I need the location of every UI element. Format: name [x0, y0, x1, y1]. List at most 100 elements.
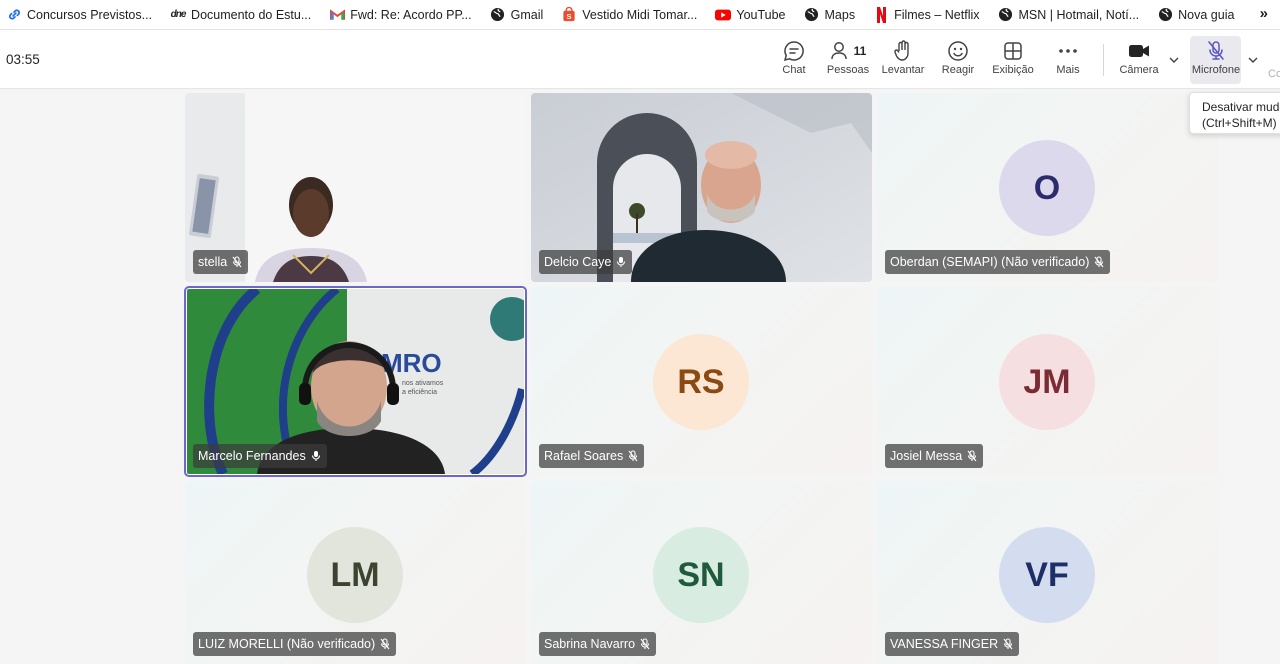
participant-name: Delcio Caye [544, 255, 612, 269]
participant-tile-sabrina-navarro[interactable]: SN Sabrina Navarro [531, 481, 872, 664]
truncated-toolbar-label[interactable]: Co [1268, 68, 1280, 80]
participant-tile-rafael-soares[interactable]: RS Rafael Soares [531, 287, 872, 476]
microphone-icon [311, 451, 320, 461]
hand-icon [893, 38, 913, 64]
bookmark-label: Vestido Midi Tomar... [582, 7, 698, 22]
microphone-muted-icon [380, 638, 390, 650]
people-button[interactable]: 11 Pessoas [820, 38, 876, 84]
bookmark-nova-guia[interactable]: Nova guia [1157, 7, 1234, 23]
participant-tile-josiel-messa[interactable]: JM Josiel Messa [877, 287, 1218, 476]
shop-icon: S [561, 7, 577, 23]
video-gallery: stella Delcio Caye O Oberdan (SEMAPI) (N… [0, 90, 1280, 664]
raise-hand-button[interactable]: Levantar [875, 38, 931, 84]
participant-name-tag: Delcio Caye [539, 250, 633, 274]
people-icon [830, 42, 847, 60]
globe-icon [1157, 7, 1173, 23]
microphone-label: Microfone [1191, 64, 1241, 76]
chat-button[interactable]: Chat [766, 38, 822, 84]
more-label: Mais [1056, 64, 1080, 76]
meeting-timer: 03:55 [6, 52, 40, 67]
microphone-muted-icon [640, 638, 650, 650]
meeting-toolbar: 03:55 Chat 11 Pessoas Levantar Reagir Ex… [0, 30, 1280, 89]
participant-tile-vanessa-finger[interactable]: VF VANESSA FINGER [877, 481, 1218, 664]
globe-icon [490, 7, 506, 23]
bookmark-youtube[interactable]: YouTube [715, 7, 786, 23]
chat-icon [783, 38, 805, 64]
participant-tile-marcelo-fernandes[interactable]: MRO nos ativamos a eficiência Marcelo Fe… [184, 286, 527, 477]
react-button[interactable]: Reagir [930, 38, 986, 84]
bookmark-fwd[interactable]: Fwd: Re: Acordo PP... [329, 7, 472, 23]
participant-name-tag: Rafael Soares [539, 444, 645, 468]
participant-name: Sabrina Navarro [544, 637, 636, 651]
participant-name-tag: Josiel Messa [885, 444, 984, 468]
microphone-options-chevron-icon[interactable] [1247, 54, 1259, 66]
microphone-muted-icon [1206, 38, 1226, 64]
bookmark-gmail[interactable]: Gmail [490, 7, 544, 23]
participant-name: stella [198, 255, 228, 269]
participant-name: VANESSA FINGER [890, 637, 999, 651]
microphone-muted-icon [628, 450, 638, 462]
participant-name-tag: LUIZ MORELLI (Não verificado) [193, 632, 397, 656]
dne-icon: dne [170, 9, 187, 20]
bookmark-netflix[interactable]: Filmes – Netflix [873, 6, 980, 23]
grid-view-icon [1003, 38, 1023, 64]
toolbar-divider [1103, 44, 1104, 76]
more-dots-icon [1058, 38, 1078, 64]
youtube-icon [715, 7, 732, 23]
bookmark-maps[interactable]: Maps [804, 7, 856, 23]
participant-name: Rafael Soares [544, 449, 624, 463]
view-label: Exibição [992, 64, 1034, 76]
bookmark-label: Filmes – Netflix [894, 7, 980, 22]
participant-name-tag: Sabrina Navarro [539, 632, 657, 656]
microphone-icon [617, 257, 626, 267]
microphone-tooltip: Desativar mudo (Ctrl+Shift+M) [1189, 92, 1280, 134]
microphone-muted-icon [1003, 638, 1013, 650]
participant-tile-luiz-morelli[interactable]: LM LUIZ MORELLI (Não verificado) [185, 481, 526, 664]
participant-name-tag: Marcelo Fernandes [193, 444, 327, 468]
bookmark-concursos[interactable]: Concursos Previstos... [6, 7, 152, 23]
video-camera-icon [1128, 38, 1150, 64]
participant-name: Marcelo Fernandes [198, 449, 306, 463]
netflix-icon [873, 6, 889, 23]
participant-name-tag: Oberdan (SEMAPI) (Não verificado) [885, 250, 1111, 274]
participant-tile-oberdan[interactable]: O Oberdan (SEMAPI) (Não verificado) [877, 93, 1218, 282]
camera-button[interactable]: Câmera [1111, 38, 1167, 84]
bookmark-label: Gmail [510, 7, 544, 22]
microphone-button[interactable]: Microfone [1188, 38, 1244, 84]
participant-tile-stella[interactable]: stella [185, 93, 526, 282]
bookmarks-overflow-button[interactable]: » [1260, 5, 1268, 22]
bookmark-label: MSN | Hotmail, Notí... [1018, 7, 1140, 22]
participant-avatar: JM [999, 334, 1095, 430]
participant-avatar: O [999, 140, 1095, 236]
view-button[interactable]: Exibição [985, 38, 1041, 84]
globe-icon [804, 7, 820, 23]
tooltip-text: Desativar mudo [1202, 100, 1280, 114]
microphone-muted-icon [1094, 256, 1104, 268]
globe-icon [998, 7, 1014, 23]
bookmark-msn[interactable]: MSN | Hotmail, Notí... [998, 7, 1140, 23]
bookmark-vestido[interactable]: S Vestido Midi Tomar... [561, 7, 697, 23]
participant-name-tag: stella [193, 250, 249, 274]
participant-name-tag: VANESSA FINGER [885, 632, 1020, 656]
bookmark-documento[interactable]: dne Documento do Estu... [170, 7, 312, 23]
camera-label: Câmera [1119, 64, 1159, 76]
participant-tile-delcio-caye[interactable]: Delcio Caye [531, 93, 872, 282]
react-label: Reagir [941, 64, 975, 76]
smiley-icon [947, 38, 969, 64]
background-sign-subtext: nos ativamos [402, 380, 444, 387]
svg-text:S: S [567, 12, 572, 21]
bookmark-label: YouTube [736, 7, 786, 22]
more-button[interactable]: Mais [1040, 38, 1096, 84]
gmail-icon [329, 7, 345, 23]
participant-avatar: SN [653, 527, 749, 623]
participant-name: Josiel Messa [890, 449, 963, 463]
people-count: 11 [853, 44, 867, 58]
microphone-muted-icon [967, 450, 977, 462]
bookmark-label: Concursos Previstos... [27, 7, 153, 22]
bookmark-label: Documento do Estu... [191, 7, 312, 22]
background-sign-subtext: a eficiência [402, 389, 437, 396]
chat-label: Chat [782, 64, 806, 76]
bookmark-label: Fwd: Re: Acordo PP... [350, 7, 472, 22]
bookmark-label: Maps [824, 7, 856, 22]
camera-options-chevron-icon[interactable] [1168, 54, 1180, 66]
